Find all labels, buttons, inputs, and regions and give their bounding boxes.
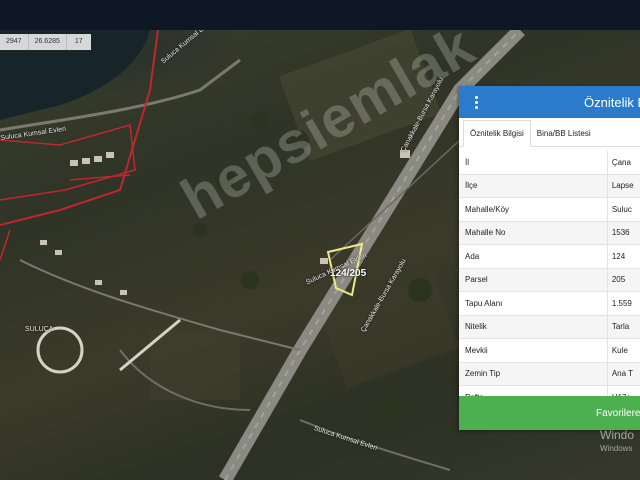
- top-bar: [0, 0, 640, 30]
- row-value: Ana T: [606, 362, 640, 385]
- windows-watermark-line: Windows: [600, 444, 633, 453]
- zoom-level: 17: [74, 38, 83, 45]
- row-key: Tapu Alanı: [465, 298, 503, 308]
- row-key: Zemin Tip: [465, 369, 501, 379]
- cadastre-line: [0, 174, 131, 261]
- row-key: Mahalle No: [465, 228, 506, 238]
- windows-watermark-line: Windo: [600, 428, 635, 442]
- attribute-panel: Öznitelik B Öznitelik Bilgisi Bina/BB Li…: [459, 86, 640, 430]
- row-value: Lapse: [606, 174, 640, 197]
- row-key: Mevkii: [465, 345, 488, 355]
- row-value: 124: [606, 245, 640, 268]
- row-key: Nitelik: [465, 322, 487, 332]
- windows-activation-watermark: Windo Windows: [600, 428, 634, 453]
- add-to-favorites-button[interactable]: Favorilere e: [459, 396, 640, 430]
- row-value: Çana: [606, 151, 640, 174]
- table-row: İlçe Lapse: [459, 174, 640, 198]
- tab-attribute-info[interactable]: Öznitelik Bilgisi: [463, 120, 531, 147]
- table-row: Mahalle No 1536: [459, 221, 640, 245]
- panel-title: Öznitelik B: [584, 95, 640, 110]
- table-row: Parsel 205: [459, 268, 640, 292]
- place-label-suluca: SULUCA: [25, 326, 54, 333]
- panel-tabs: Öznitelik Bilgisi Bina/BB Listesi: [459, 118, 640, 147]
- row-key: İlçe: [465, 181, 478, 191]
- table-row: Ada 124: [459, 245, 640, 269]
- row-key: Ada: [465, 251, 480, 261]
- coordinate-value: 2947: [0, 34, 29, 50]
- table-row: Mahalle/Köy Suluc: [459, 198, 640, 222]
- row-key: İl: [465, 157, 469, 167]
- field-patch: [150, 330, 240, 400]
- more-vertical-icon[interactable]: [471, 94, 481, 110]
- row-value: Tarla: [606, 315, 640, 338]
- row-value: 1536: [606, 221, 640, 244]
- coordinate-value: 26.6285: [29, 34, 67, 50]
- local-road: [329, 139, 461, 261]
- row-value: Suluc: [606, 198, 640, 221]
- table-row: Zemin Tip Ana T: [459, 362, 640, 386]
- row-value: Kule: [606, 339, 640, 362]
- tab-building-list[interactable]: Bina/BB Listesi: [531, 121, 597, 146]
- table-row: Nitelik Tarla: [459, 315, 640, 339]
- table-row: Mevkii Kule: [459, 339, 640, 363]
- attribute-table: İl Çana İlçe Lapse Mahalle/Köy Suluc Mahall…: [459, 151, 640, 410]
- panel-header: Öznitelik B: [459, 86, 640, 118]
- table-row: Tapu Alanı 1.559: [459, 292, 640, 316]
- row-key: Mahalle/Köy: [465, 204, 510, 214]
- row-value: 205: [606, 268, 640, 291]
- table-row: İl Çana: [459, 151, 640, 175]
- row-value: 1.559: [606, 292, 640, 315]
- coordinate-readout: 2947 26.6285 17: [0, 34, 91, 50]
- row-key: Parsel: [465, 275, 488, 285]
